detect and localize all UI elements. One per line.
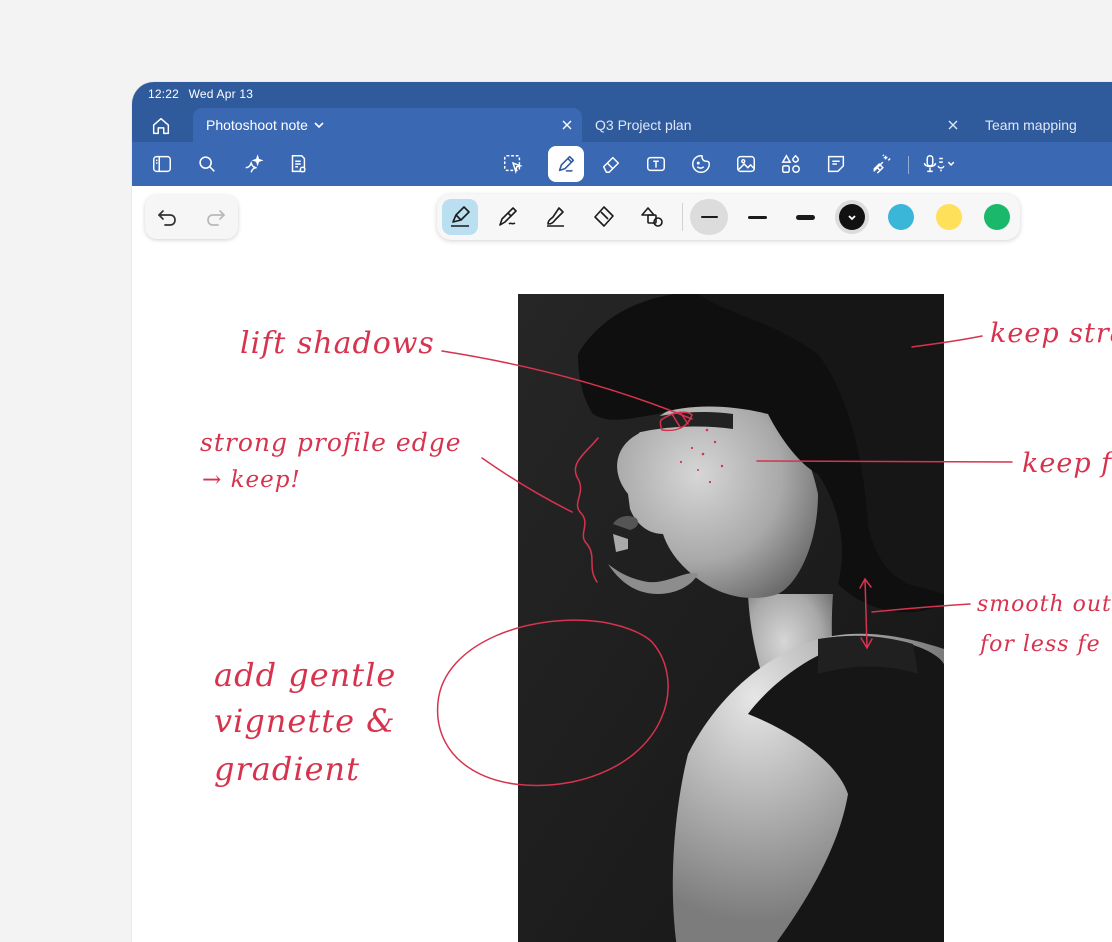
tab-photoshoot-note[interactable]: Photoshoot note <box>193 108 582 142</box>
note-keep: → keep! <box>202 467 301 493</box>
pen-toolbar <box>437 194 1020 240</box>
tab-label: Team mapping <box>985 117 1077 133</box>
tab-label: Q3 Project plan <box>595 117 692 133</box>
toolbar-divider <box>908 156 909 174</box>
tab-q3-project-plan[interactable]: Q3 Project plan <box>582 108 972 142</box>
tab-label: Photoshoot note <box>206 117 308 133</box>
thickness-medium[interactable] <box>738 199 776 235</box>
redo-icon[interactable] <box>204 206 228 230</box>
tab-bar: Photoshoot note Q3 Project plan Team map… <box>132 108 1112 142</box>
eraser-icon[interactable] <box>598 151 624 177</box>
color-swatch-green[interactable] <box>984 204 1010 230</box>
tab-team-mapping[interactable]: Team mapping <box>972 108 1112 142</box>
close-tab-icon[interactable] <box>560 118 574 132</box>
portrait-image <box>518 294 944 942</box>
color-swatch-black[interactable] <box>839 204 865 230</box>
note-add-gentle: add gentle <box>214 656 397 694</box>
portrait-photo[interactable] <box>518 294 944 942</box>
app-window: 12:22 Wed Apr 13 Photoshoot note Q3 Proj… <box>132 82 1112 942</box>
image-icon[interactable] <box>733 151 759 177</box>
fountain-pen-icon[interactable] <box>442 199 478 235</box>
note-profile-edge: strong profile edge <box>200 428 462 457</box>
ai-sparkle-icon[interactable] <box>240 151 266 177</box>
color-swatch-blue[interactable] <box>888 204 914 230</box>
search-icon[interactable] <box>194 151 220 177</box>
note-less-fe: for less fe <box>980 632 1101 657</box>
color-swatch-yellow[interactable] <box>936 204 962 230</box>
note-lift-shadows: lift shadows <box>240 326 435 361</box>
brush-pen-icon[interactable] <box>538 199 574 235</box>
undo-icon[interactable] <box>155 206 179 230</box>
thickness-thin[interactable] <box>690 199 728 235</box>
highlighter-icon[interactable] <box>586 199 622 235</box>
microphone-icon[interactable] <box>921 151 961 177</box>
thickness-thick[interactable] <box>786 199 824 235</box>
close-tab-icon[interactable] <box>946 118 960 132</box>
ball-pen-icon[interactable] <box>490 199 526 235</box>
status-date: Wed Apr 13 <box>188 87 254 101</box>
note-settings-icon[interactable] <box>285 151 311 177</box>
pen-toolbar-divider <box>682 203 683 231</box>
sticker-icon[interactable] <box>688 151 714 177</box>
note-vignette: vignette & <box>214 702 396 740</box>
title-bar: 12:22 Wed Apr 13 Photoshoot note Q3 Proj… <box>132 82 1112 186</box>
lasso-select-icon[interactable] <box>500 151 526 177</box>
chevron-down-icon[interactable] <box>313 119 325 131</box>
shape-pen-icon[interactable] <box>634 199 670 235</box>
chevron-down-icon <box>848 215 856 221</box>
note-smooth-out: smooth out g <box>977 592 1112 617</box>
shapes-icon[interactable] <box>778 151 804 177</box>
laser-pointer-icon[interactable] <box>868 151 894 177</box>
note-keep-freckles: keep f <box>1022 448 1112 479</box>
status-time: 12:22 <box>148 87 180 101</box>
main-toolbar <box>132 142 1112 186</box>
sticky-note-icon[interactable] <box>823 151 849 177</box>
note-keep-strands: keep stran <box>990 318 1112 349</box>
text-box-icon[interactable] <box>643 151 669 177</box>
home-icon[interactable] <box>150 115 172 137</box>
sidebar-icon[interactable] <box>149 151 175 177</box>
undo-redo-group <box>145 195 238 239</box>
status-bar: 12:22 Wed Apr 13 <box>148 87 259 101</box>
note-gradient: gradient <box>214 750 360 788</box>
pen-icon[interactable] <box>548 146 584 182</box>
